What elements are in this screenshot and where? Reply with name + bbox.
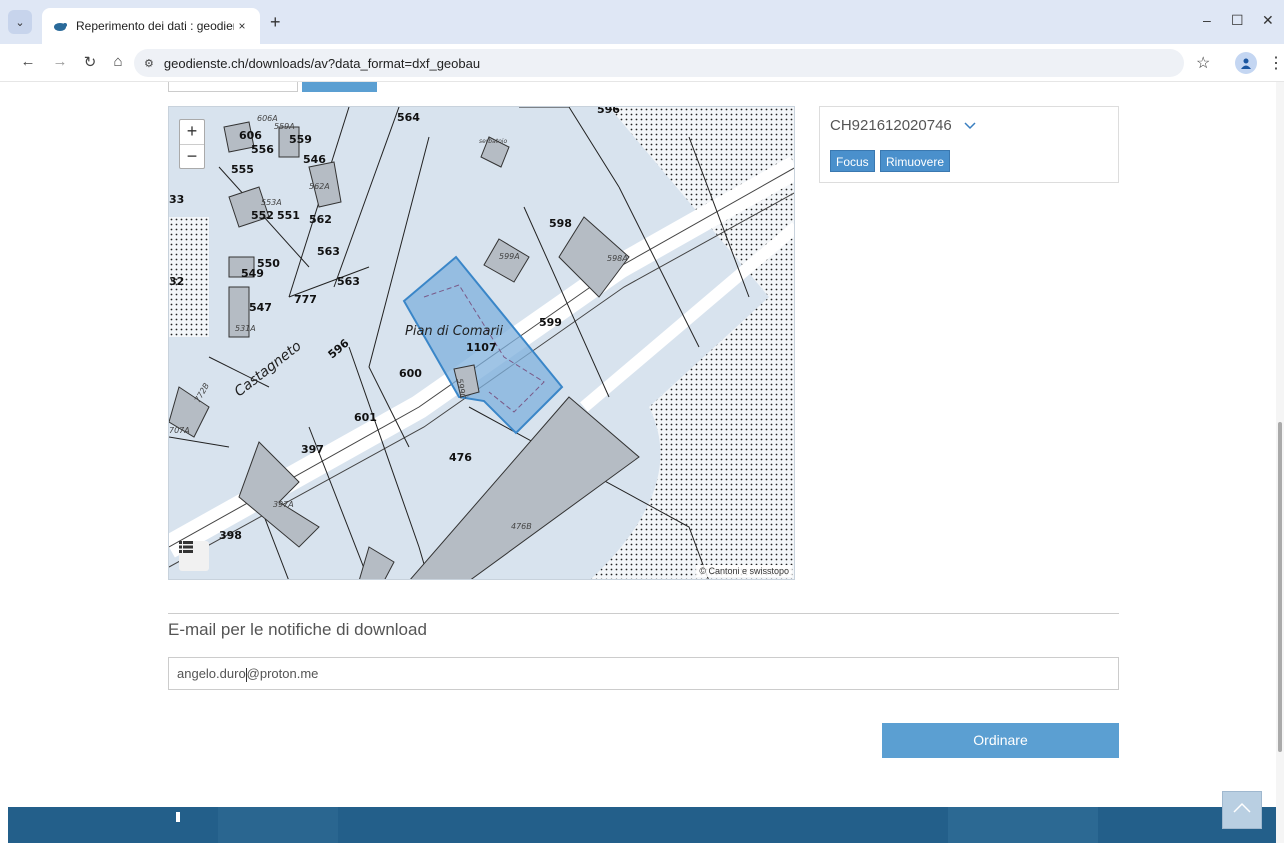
browser-tab-active[interactable]: Reperimento dei dati : geodienste ×: [42, 8, 260, 44]
label-397a: 397A: [273, 500, 294, 509]
cadastral-map[interactable]: 564 596 606 559 556 546 555 552 551 562 …: [168, 106, 795, 580]
label-551: 551: [277, 209, 300, 222]
label-563-a: 563: [317, 245, 340, 258]
label-599a: 599A: [499, 252, 520, 261]
tab-search-button[interactable]: ⌄: [8, 10, 32, 34]
email-value-after: @proton.me: [246, 666, 319, 681]
label-pian-di-comarii: Pian di Comarii: [405, 324, 503, 339]
section-divider: [168, 613, 1119, 614]
label-556: 556: [251, 143, 274, 156]
label-546: 546: [303, 153, 326, 166]
label-596: 596: [326, 336, 352, 361]
profile-avatar-icon[interactable]: [1235, 52, 1257, 74]
label-531a: 531A: [235, 324, 256, 333]
remove-button[interactable]: Rimuovere: [880, 150, 951, 172]
label-562a: 562A: [309, 182, 330, 191]
label-553a: 553A: [261, 198, 282, 207]
label-601: 601: [354, 411, 377, 424]
reload-icon[interactable]: ↻: [80, 53, 100, 71]
label-398: 398: [219, 529, 242, 542]
label-1107: 1107: [466, 341, 497, 354]
scrollbar-thumb[interactable]: [1278, 422, 1282, 752]
email-label: E-mail per le notifiche di download: [168, 620, 427, 639]
chevron-down-icon[interactable]: [964, 117, 976, 133]
more-menu-icon[interactable]: ⋮: [1268, 53, 1284, 73]
home-icon[interactable]: ⌂: [108, 53, 128, 70]
label-777: 777: [294, 293, 317, 306]
label-600: 600: [399, 367, 422, 380]
label-552: 552: [251, 209, 274, 222]
maximize-icon[interactable]: ☐: [1231, 12, 1244, 29]
address-bar[interactable]: ⚙ geodienste.ch/downloads/av?data_format…: [134, 49, 1184, 77]
label-397: 397: [301, 443, 324, 456]
label-559: 559: [289, 133, 312, 146]
label-599: 599: [539, 316, 562, 329]
selection-panel: CH921612020746 Focus Rimuovere: [819, 106, 1119, 183]
back-icon[interactable]: ←: [18, 53, 38, 70]
turtle-favicon-icon: [52, 18, 68, 34]
page-content: 564 596 606 559 556 546 555 552 551 562 …: [0, 82, 1284, 843]
chevron-up-icon: [1232, 801, 1252, 819]
parcel-id[interactable]: CH921612020746: [830, 117, 952, 134]
new-tab-button[interactable]: +: [270, 12, 281, 33]
tab-close-icon[interactable]: ×: [234, 19, 250, 33]
label-707a: 707A: [169, 426, 190, 435]
label-564: 564: [397, 111, 420, 124]
page-scrollbar[interactable]: [1276, 82, 1284, 843]
page-footer: [8, 807, 1278, 843]
map-attribution[interactable]: © Cantoni e swisstopo: [696, 565, 792, 577]
window-close-icon[interactable]: ✕: [1262, 12, 1274, 29]
focus-button[interactable]: Focus: [830, 150, 875, 172]
label-serbatoio: serbatoio: [479, 138, 507, 145]
browser-toolbar: ← → ↻ ⌂ ⚙ geodienste.ch/downloads/av?dat…: [0, 44, 1284, 82]
minimize-icon[interactable]: –: [1203, 12, 1211, 28]
zoom-out-button[interactable]: −: [180, 144, 204, 168]
bookmark-star-icon[interactable]: ☆: [1196, 53, 1210, 73]
label-476: 476: [449, 451, 472, 464]
label-547: 547: [249, 301, 272, 314]
browser-tab-bar: ⌄ Reperimento dei dati : geodienste × + …: [0, 0, 1284, 44]
label-476b: 476B: [511, 522, 532, 531]
layer-list-button[interactable]: [179, 541, 209, 571]
email-value-before: angelo.duro: [177, 666, 246, 681]
label-772b: 772B: [193, 382, 211, 404]
label-606: 606: [239, 129, 262, 142]
label-32: 32: [169, 275, 184, 288]
email-field[interactable]: angelo.duro@proton.me: [168, 657, 1119, 690]
chevron-down-icon: ⌄: [15, 16, 25, 29]
search-button-partial[interactable]: [302, 82, 377, 92]
label-33: 33: [169, 193, 184, 206]
forward-icon[interactable]: →: [50, 53, 70, 70]
zoom-in-button[interactable]: +: [180, 120, 204, 144]
zoom-control: + −: [179, 119, 205, 169]
label-562: 562: [309, 213, 332, 226]
search-input-partial[interactable]: [168, 82, 298, 92]
label-castagneto: Castagneto: [232, 338, 305, 400]
url-text: geodienste.ch/downloads/av?data_format=d…: [163, 55, 481, 71]
label-549: 549: [241, 267, 264, 280]
scroll-to-top-button[interactable]: [1222, 791, 1262, 829]
label-598a: 598A: [607, 254, 628, 263]
label-559a: 559A: [274, 122, 295, 131]
site-info-icon[interactable]: ⚙: [144, 57, 154, 70]
label-596-top: 596: [597, 107, 620, 116]
order-button[interactable]: Ordinare: [882, 723, 1119, 758]
tab-title: Reperimento dei dati : geodienste: [76, 19, 234, 33]
label-563-b: 563: [337, 275, 360, 288]
label-598: 598: [549, 217, 572, 230]
label-555: 555: [231, 163, 254, 176]
